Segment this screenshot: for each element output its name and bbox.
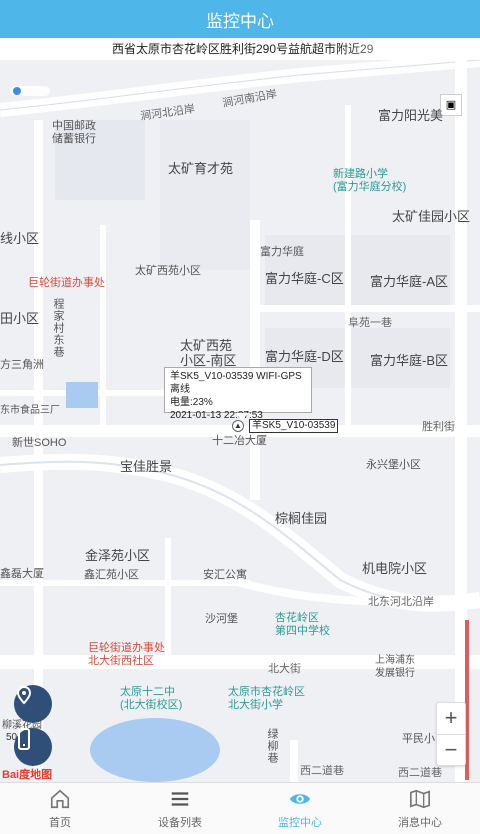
poi-label: 鑫汇苑小区 [84, 569, 139, 581]
eye-icon [289, 793, 311, 804]
poi-label: 线小区 [0, 231, 40, 246]
road-label: 胜利街 [422, 421, 455, 433]
poi-label: 鑫磊大厦 [0, 568, 44, 580]
zoom-control: + − [436, 702, 466, 766]
poi-label: 富力华庭-B区 [370, 353, 449, 368]
address-bar: 西省太原市杏花岭区胜利街290号益航超市附近29 [0, 38, 480, 60]
tab-home[interactable]: 首页 [0, 783, 120, 834]
poi-label: 中国邮政 储蓄银行 [52, 120, 96, 145]
location-pin-icon [16, 685, 32, 705]
map-icon [410, 789, 430, 808]
address-fade [340, 38, 480, 60]
tab-label: 监控中心 [278, 816, 322, 829]
poi-label: 上海浦东 发展银行 [375, 655, 415, 679]
poi-label: 平民小 [402, 733, 435, 745]
zoom-out-button[interactable]: − [437, 735, 465, 766]
road-label: 北大街 [268, 663, 301, 675]
locate-button[interactable] [14, 685, 52, 723]
poi-label: 东市食品三厂 [0, 405, 60, 416]
location-toggle[interactable] [10, 86, 50, 96]
poi-label: 田小区 [0, 311, 40, 326]
poi-label: 巨轮街道办事处 [28, 277, 105, 289]
poi-label: 富力华庭 [260, 246, 304, 258]
device-locate-button[interactable] [14, 728, 52, 766]
road-label: 绿柳巷 [266, 728, 278, 764]
poi-label: 机电院小区 [362, 561, 428, 576]
road-label: 西二道巷 [300, 765, 344, 777]
page-title: 监控中心 [0, 0, 480, 38]
poi-label: 永兴堡小区 [366, 459, 421, 471]
poi-label: 富力华庭-C区 [265, 271, 344, 286]
poi-label: 太原市杏花岭区 北大街小学 [228, 686, 305, 711]
poi-label: 富力华庭-D区 [265, 349, 344, 364]
poi-label: 太矿西苑 小区-南区 [180, 338, 237, 368]
road-label: 北东河北沿岸 [368, 596, 434, 608]
tab-label: 首页 [49, 816, 71, 829]
map-view[interactable]: ▣ 涧河北沿岸 涧河南沿岸 中国邮政 储蓄银行 富力阳光美 太矿育才苑 新建路小… [0, 60, 480, 782]
device-label[interactable]: 羊SK5_V10-03539 [249, 419, 339, 433]
road-label: 程家村东巷 [52, 298, 64, 358]
popup-device-status: 羊SK5_V10-03539 WIFI-GPS 离线 [170, 371, 302, 395]
bottom-tabbar: 首页 设备列表 监控中心 消息中心 [0, 782, 480, 834]
road-label: 西二道巷 [398, 767, 442, 779]
list-icon [171, 791, 189, 806]
poi-label: 新建路小学 (富力华庭分校) [333, 168, 407, 193]
poi-label: 十二冶大厦 [212, 435, 267, 447]
poi-label: 新世SOHO [12, 437, 67, 449]
address-text: 西省太原市杏花岭区胜利街290号益航超市附近29 [112, 42, 374, 56]
map-scale: 50 [6, 732, 18, 743]
tab-label: 消息中心 [398, 816, 442, 829]
poi-label: 宝佳胜景 [120, 459, 173, 474]
poi-label: 金泽苑小区 [85, 548, 151, 563]
poi-label: 棕榈佳园 [275, 511, 328, 526]
title-text: 监控中心 [206, 11, 274, 31]
poi-label: 太矿西苑小区 [135, 265, 201, 277]
home-icon [50, 789, 70, 808]
poi-label: 安汇公寓 [203, 569, 247, 581]
zoom-in-button[interactable]: + [437, 703, 465, 735]
poi-label: 富力阳光美 [378, 108, 444, 123]
tab-label: 设备列表 [158, 816, 202, 829]
popup-battery: 电量:23% [170, 397, 213, 408]
poi-label: 沙河堡 [205, 613, 238, 625]
poi-label: 方三角洲 [0, 359, 44, 371]
tab-device-list[interactable]: 设备列表 [120, 783, 240, 834]
road-label: 阜苑一巷 [348, 317, 392, 329]
layer-button[interactable]: ▣ [440, 94, 462, 116]
poi-label: 太矿佳园小区 [392, 209, 471, 224]
device-marker-icon[interactable]: ▲ [232, 420, 244, 432]
poi-label: 杏花岭区 第四中学校 [275, 612, 330, 637]
poi-label: 太矿育才苑 [168, 161, 234, 176]
tab-monitor-center[interactable]: 监控中心 [240, 783, 360, 834]
poi-label: 太原十二中 (北大街校区) [120, 686, 183, 711]
poi-label: 巨轮街道办事处 北大街西社区 [88, 642, 165, 667]
tab-message-center[interactable]: 消息中心 [360, 783, 480, 834]
poi-label: 富力华庭-A区 [370, 274, 449, 289]
device-info-popup[interactable]: 羊SK5_V10-03539 WIFI-GPS 离线 电量:23% 2021-0… [164, 367, 312, 421]
baidu-logo: Bai度地图 [2, 769, 53, 781]
